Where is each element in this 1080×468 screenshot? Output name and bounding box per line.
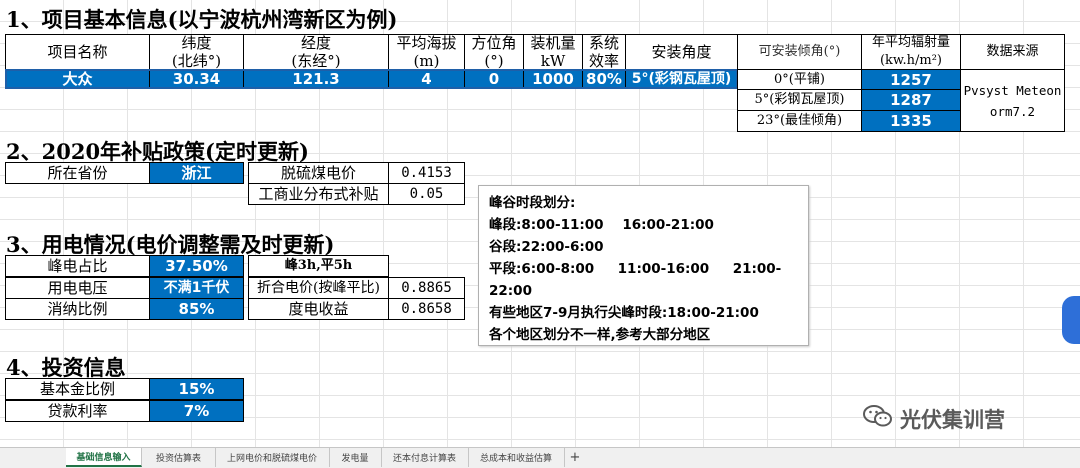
label-equity-ratio[interactable]: 基本金比例 — [5, 378, 150, 400]
header-efficiency[interactable]: 系统 效率 — [582, 34, 626, 70]
cell-latitude[interactable]: 30.34 — [149, 69, 244, 89]
note-line: 各个地区划分不一样,参考大部分地区 — [489, 327, 711, 343]
cell-longitude[interactable]: 121.3 — [243, 69, 389, 89]
cell-capacity[interactable]: 1000 — [523, 69, 583, 89]
tilt-row-2-value[interactable]: 1287 — [861, 89, 961, 111]
watermark-text: 光伏集训营 — [900, 407, 1005, 432]
label-voltage[interactable]: 用电电压 — [5, 277, 150, 299]
cell-azimuth[interactable]: 0 — [464, 69, 524, 89]
cell-peak-ratio[interactable]: 37.50% — [149, 255, 244, 277]
label-consume-ratio[interactable]: 消纳比例 — [5, 298, 150, 320]
header-project-name[interactable]: 项目名称 — [5, 34, 150, 70]
time-period-note[interactable]: 峰谷时段划分: 峰段:8:00-11:00 16:00-21:00 谷段:22:… — [478, 185, 809, 346]
header-install-angle[interactable]: 安装角度 — [625, 34, 738, 70]
note-line: 谷段:22:00-6:00 — [489, 239, 604, 255]
label-combined-price[interactable]: 折合电价(按峰平比) — [248, 277, 389, 299]
label-coal-price[interactable]: 脱硫煤电价 — [248, 162, 389, 184]
note-line: 22:00 — [489, 283, 532, 299]
sheet-tab-bar: 基础信息输入 投资估算表 上网电价和脱硫煤电价 发电量 还本付息计算表 总成本和… — [0, 447, 1080, 468]
tab-repayment[interactable]: 还本付息计算表 — [381, 448, 469, 467]
label-peak-ratio[interactable]: 峰电占比 — [5, 255, 150, 277]
tab-cost-income[interactable]: 总成本和收益估算 — [468, 448, 565, 467]
cell-consume-ratio[interactable]: 85% — [149, 298, 244, 320]
header-altitude[interactable]: 平均海拔 (m) — [388, 34, 465, 70]
label-subsidy[interactable]: 工商业分布式补贴 — [248, 183, 389, 205]
cell-income[interactable]: 0.8658 — [388, 298, 465, 320]
cell-coal-price[interactable]: 0.4153 — [388, 162, 465, 184]
cell-efficiency[interactable]: 80% — [582, 69, 626, 89]
tilt-row-2-label[interactable]: 5°(彩钢瓦屋顶) — [737, 89, 862, 111]
note-line: 有些地区7-9月执行尖峰时段:18:00-21:00 — [489, 305, 759, 321]
tilt-row-1-value[interactable]: 1257 — [861, 69, 961, 90]
tab-basic-info[interactable]: 基础信息输入 — [66, 448, 142, 467]
cell-altitude[interactable]: 4 — [388, 69, 465, 89]
label-province[interactable]: 所在省份 — [5, 162, 150, 184]
cell-data-source[interactable]: Pvsyst Meteonorm7.2 — [960, 69, 1065, 132]
label-income[interactable]: 度电收益 — [248, 298, 389, 320]
side-floating-widget[interactable] — [1062, 296, 1080, 344]
cell-peak-note[interactable]: 峰3h,平5h — [248, 255, 389, 277]
cell-install-angle[interactable]: 5°(彩钢瓦屋顶) — [625, 69, 738, 89]
watermark: 光伏集训营 — [862, 403, 1005, 434]
tilt-row-1-label[interactable]: 0°(平铺) — [737, 69, 862, 90]
cell-combined-price[interactable]: 0.8865 — [388, 277, 465, 299]
header-azimuth[interactable]: 方位角 (°) — [464, 34, 524, 70]
cell-project-name[interactable]: 大众 — [5, 69, 150, 89]
tilt-row-3-value[interactable]: 1335 — [861, 110, 961, 132]
cell-province[interactable]: 浙江 — [149, 162, 244, 184]
tab-grid-price[interactable]: 上网电价和脱硫煤电价 — [215, 448, 330, 467]
add-sheet-button[interactable]: + — [564, 448, 586, 467]
note-line: 平段:6:00-8:00 11:00-16:00 21:00- — [489, 261, 782, 277]
label-loan-rate[interactable]: 贷款利率 — [5, 400, 150, 422]
tab-investment-estimate[interactable]: 投资估算表 — [142, 448, 216, 467]
header-radiation[interactable]: 年平均辐射量 (kw.h/m²) — [861, 34, 961, 70]
header-latitude[interactable]: 纬度 (北纬°) — [149, 34, 244, 70]
cell-voltage[interactable]: 不满1千伏 — [149, 277, 244, 299]
header-tilt[interactable]: 可安装倾角(°) — [737, 34, 862, 70]
wechat-icon — [862, 403, 894, 434]
note-line: 峰段:8:00-11:00 16:00-21:00 — [489, 217, 714, 233]
tab-generation[interactable]: 发电量 — [329, 448, 382, 467]
cell-subsidy[interactable]: 0.05 — [388, 183, 465, 205]
cell-loan-rate[interactable]: 7% — [149, 400, 244, 422]
section-title-1: 1、项目基本信息(以宁波杭州湾新区为例) — [6, 7, 398, 32]
header-source[interactable]: 数据来源 — [960, 34, 1065, 70]
note-line: 峰谷时段划分: — [489, 195, 576, 211]
header-capacity[interactable]: 装机量 kW — [523, 34, 583, 70]
header-longitude[interactable]: 经度 (东经°) — [243, 34, 389, 70]
tilt-row-3-label[interactable]: 23°(最佳倾角) — [737, 110, 862, 132]
cell-equity-ratio[interactable]: 15% — [149, 378, 244, 400]
